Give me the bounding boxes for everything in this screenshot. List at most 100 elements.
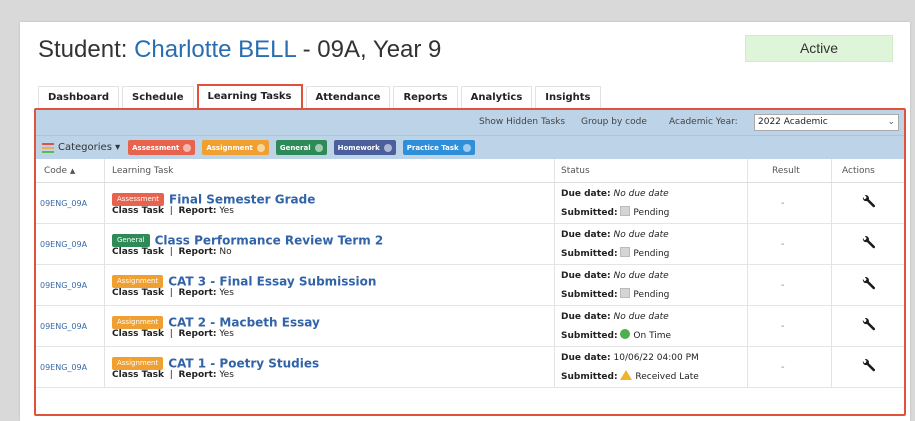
report-label: Report: — [178, 247, 217, 257]
due-date: Due date: No due date — [561, 230, 669, 240]
task-type: Class Task — [112, 247, 165, 257]
tab-dashboard[interactable]: Dashboard — [38, 86, 119, 108]
code-header-label: Code — [44, 166, 68, 176]
table-row[interactable]: 09ENG_09A Assessment Final Semester Grade C… — [36, 183, 904, 224]
categories-dropdown[interactable]: Categories ▾ — [58, 142, 120, 153]
due-date-label: Due date: — [561, 353, 611, 363]
divider — [747, 183, 748, 223]
show-hidden-tasks-link[interactable]: Show Hidden Tasks — [479, 110, 565, 135]
task-title-link[interactable]: CAT 3 - Final Essay Submission — [168, 275, 376, 289]
category-badge: Assignment — [112, 316, 164, 329]
column-header-actions: Actions — [842, 166, 875, 176]
task-code-link[interactable]: 09ENG_09A — [40, 347, 87, 388]
divider — [831, 347, 832, 387]
chip-label: Homework — [337, 143, 380, 152]
chevron-down-icon: ⌄ — [887, 117, 895, 127]
category-badge: General — [112, 234, 150, 247]
wrench-icon[interactable] — [860, 277, 876, 293]
category-chip-general[interactable]: General — [275, 140, 327, 155]
group-by-code-link[interactable]: Group by code — [581, 110, 647, 135]
result-value: - — [781, 362, 785, 373]
category-chip-assessment[interactable]: Assessment — [128, 140, 196, 155]
task-code-link[interactable]: 09ENG_09A — [40, 265, 87, 306]
tab-attendance[interactable]: Attendance — [305, 86, 391, 108]
category-chip-homework[interactable]: Homework — [333, 140, 396, 155]
task-title-link[interactable]: Class Performance Review Term 2 — [155, 234, 384, 248]
due-date: Due date: No due date — [561, 189, 669, 199]
divider — [831, 224, 832, 264]
task-title-link[interactable]: CAT 1 - Poetry Studies — [168, 357, 319, 371]
submitted-label: Submitted: — [561, 249, 618, 259]
due-date-label: Due date: — [561, 271, 611, 281]
divider — [104, 347, 105, 387]
academic-year-value: 2022 Academic — [758, 117, 828, 127]
report-label: Report: — [178, 370, 217, 380]
tab-insights[interactable]: Insights — [535, 86, 601, 108]
categories-label: Categories — [58, 142, 112, 153]
column-header-status[interactable]: Status — [561, 159, 590, 183]
submitted-label: Submitted: — [561, 208, 618, 218]
academic-year-select[interactable]: 2022 Academic ⌄ — [754, 114, 899, 131]
toolbar: Show Hidden Tasks Group by code Academic… — [36, 110, 904, 135]
tab-schedule[interactable]: Schedule — [122, 86, 194, 108]
category-chip-assignment[interactable]: Assignment — [202, 140, 269, 155]
table-header: Code ▲ Learning Task Status Result Actio… — [36, 159, 904, 183]
chip-toggle-icon — [383, 143, 392, 152]
divider — [554, 183, 555, 223]
due-date-value: No due date — [613, 271, 669, 281]
task-meta: Class Task | Report: Yes — [112, 206, 234, 216]
meta-separator: | — [164, 288, 179, 298]
chip-label: Assessment — [132, 143, 180, 152]
wrench-icon[interactable] — [860, 359, 876, 375]
student-name: Charlotte BELL — [134, 36, 296, 63]
tab-bar: Dashboard Schedule Learning Tasks Attend… — [38, 84, 604, 108]
column-header-code[interactable]: Code ▲ — [44, 159, 75, 183]
divider — [747, 159, 748, 182]
due-date-label: Due date: — [561, 312, 611, 322]
tab-analytics[interactable]: Analytics — [460, 86, 533, 108]
tab-learning-tasks[interactable]: Learning Tasks — [196, 84, 303, 108]
wrench-icon[interactable] — [860, 236, 876, 252]
table-row[interactable]: 09ENG_09A Assignment CAT 1 - Poetry Studie… — [36, 347, 904, 388]
divider — [104, 306, 105, 346]
warning-icon — [620, 370, 633, 380]
divider — [747, 224, 748, 264]
task-title-link[interactable]: Final Semester Grade — [169, 193, 315, 207]
table-row[interactable]: 09ENG_09A General Class Performance Review… — [36, 224, 904, 265]
chip-label: Practice Task — [406, 143, 459, 152]
table-row[interactable]: 09ENG_09A Assignment CAT 2 - Macbeth Essay… — [36, 306, 904, 347]
report-value: Yes — [219, 329, 234, 339]
report-label: Report: — [178, 288, 217, 298]
category-chip-practice-task[interactable]: Practice Task — [402, 140, 475, 155]
category-badge: Assessment — [112, 193, 164, 206]
task-type: Class Task — [112, 288, 165, 298]
task-title-link[interactable]: CAT 2 - Macbeth Essay — [168, 316, 320, 330]
divider — [554, 159, 555, 182]
chip-label: Assignment — [206, 143, 253, 152]
meta-separator: | — [164, 370, 179, 380]
column-header-task[interactable]: Learning Task — [112, 159, 173, 183]
wrench-icon[interactable] — [860, 195, 876, 211]
status-badge: Active — [745, 35, 893, 62]
task-type: Class Task — [112, 206, 165, 216]
task-code-link[interactable]: 09ENG_09A — [40, 224, 87, 265]
divider — [104, 183, 105, 223]
report-value: Yes — [219, 370, 234, 380]
category-badge: Assignment — [112, 275, 164, 288]
tab-reports[interactable]: Reports — [393, 86, 458, 108]
task-code-link[interactable]: 09ENG_09A — [40, 306, 87, 347]
divider — [831, 265, 832, 305]
submission-status: Submitted: On Time — [561, 329, 671, 341]
task-code-link[interactable]: 09ENG_09A — [40, 183, 87, 224]
page-title: Student: Charlotte BELL - 09A, Year 9 — [38, 36, 441, 64]
chip-toggle-icon — [183, 143, 192, 152]
wrench-icon[interactable] — [860, 318, 876, 334]
submission-status: Submitted: Received Late — [561, 370, 699, 382]
student-card: Student: Charlotte BELL - 09A, Year 9 Ac… — [20, 22, 910, 421]
list-icon — [42, 142, 54, 153]
report-label: Report: — [178, 206, 217, 216]
divider — [104, 224, 105, 264]
column-header-result[interactable]: Result — [772, 159, 800, 183]
due-date-value: No due date — [613, 312, 669, 322]
table-row[interactable]: 09ENG_09A Assignment CAT 3 - Final Essay S… — [36, 265, 904, 306]
